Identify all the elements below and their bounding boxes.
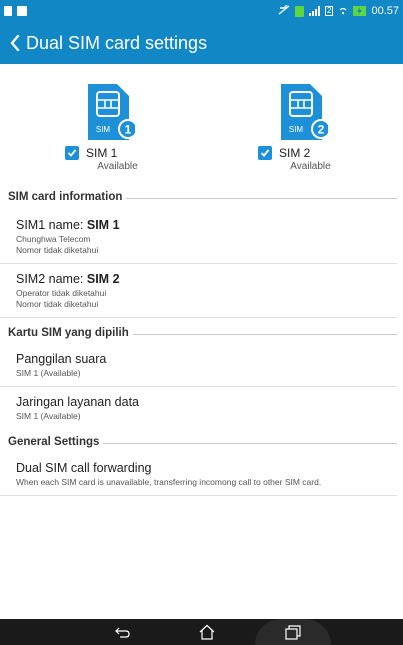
sim-icon bbox=[295, 5, 305, 17]
sim-1-name-value: SIM 1 bbox=[86, 218, 120, 232]
voice-call-item[interactable]: Panggilan suara SIM 1 (Available) bbox=[0, 344, 397, 387]
section-header-general: General Settings bbox=[0, 431, 403, 453]
chevron-left-icon bbox=[10, 35, 20, 51]
svg-text:SIM: SIM bbox=[96, 125, 111, 134]
nav-home-button[interactable] bbox=[197, 623, 217, 641]
settings-content: SIM 1 SIM 1 Available SIM 2 SIM 2 Availa… bbox=[0, 64, 403, 619]
back-button[interactable] bbox=[6, 22, 24, 64]
home-icon bbox=[199, 624, 215, 640]
section-header-preferred-sim: Kartu SIM yang dipilih bbox=[0, 322, 403, 344]
sim-2-operator: Operator tidak diketahui bbox=[16, 288, 107, 298]
signal-icon bbox=[309, 6, 321, 16]
sim-1-name-item[interactable]: SIM1 name: SIM 1 Chunghwa Telecom Nomor … bbox=[0, 208, 397, 264]
voice-call-value: SIM 1 (Available) bbox=[16, 368, 81, 378]
sim-1-number: Nomor tidak diketahui bbox=[16, 245, 99, 255]
document-icon bbox=[4, 6, 12, 16]
status-time: 00.57 bbox=[371, 5, 399, 17]
mute-icon bbox=[278, 4, 290, 18]
data-service-title: Jaringan layanan data bbox=[16, 395, 140, 409]
sim-1-checkbox[interactable] bbox=[65, 146, 79, 160]
call-forwarding-item[interactable]: Dual SIM call forwarding When each SIM c… bbox=[0, 453, 397, 496]
status-bar: 2 00.57 bbox=[0, 0, 403, 22]
sim-1-operator: Chunghwa Telecom bbox=[16, 234, 91, 244]
sim-2-name-item[interactable]: SIM2 name: SIM 2 Operator tidak diketahu… bbox=[0, 264, 397, 318]
sim-2-name-label: SIM2 name: bbox=[16, 272, 87, 286]
sim-1-name-label: SIM1 name: bbox=[16, 218, 87, 232]
nav-back-button[interactable] bbox=[113, 623, 133, 641]
data-service-value: SIM 1 (Available) bbox=[16, 411, 81, 421]
image-icon bbox=[17, 6, 27, 16]
sim-2-number: Nomor tidak diketahui bbox=[16, 299, 99, 309]
checkmark-icon bbox=[260, 149, 270, 157]
sim-selector: SIM 1 SIM 1 Available SIM 2 SIM 2 Availa… bbox=[0, 64, 403, 186]
page-title: Dual SIM card settings bbox=[26, 32, 208, 53]
call-forwarding-title: Dual SIM call forwarding bbox=[16, 461, 152, 475]
call-forwarding-description: When each SIM card is unavailable, trans… bbox=[16, 477, 322, 487]
sim-1-status: Available bbox=[97, 161, 138, 172]
voice-call-title: Panggilan suara bbox=[16, 352, 107, 366]
back-arrow-icon bbox=[115, 627, 130, 638]
sim-1-card: SIM 1 SIM 1 Available bbox=[50, 82, 170, 172]
sim-1-label: SIM 1 bbox=[86, 146, 118, 160]
sim-2-status: Available bbox=[290, 161, 331, 172]
recent-apps-icon bbox=[285, 625, 301, 640]
checkmark-icon bbox=[67, 149, 77, 157]
sim-card-icon: SIM 2 bbox=[278, 82, 331, 142]
sim2-icon: 2 bbox=[325, 6, 334, 16]
nav-recent-apps-button[interactable] bbox=[283, 623, 303, 641]
battery-charging-icon bbox=[353, 6, 367, 16]
section-header-sim-info: SIM card information bbox=[0, 186, 403, 208]
sim-card-icon: SIM 1 bbox=[85, 82, 138, 142]
wifi-icon bbox=[338, 5, 348, 18]
sim-2-checkbox[interactable] bbox=[258, 146, 272, 160]
sim-2-name-value: SIM 2 bbox=[86, 272, 120, 286]
svg-text:SIM: SIM bbox=[289, 125, 304, 134]
navigation-bar bbox=[0, 619, 403, 645]
app-bar: Dual SIM card settings bbox=[0, 22, 403, 64]
data-service-item[interactable]: Jaringan layanan data SIM 1 (Available) bbox=[0, 387, 397, 429]
sim-2-card: SIM 2 SIM 2 Available bbox=[243, 82, 363, 172]
svg-text:2: 2 bbox=[318, 123, 325, 137]
sim-2-label: SIM 2 bbox=[279, 146, 311, 160]
svg-text:1: 1 bbox=[125, 123, 132, 137]
